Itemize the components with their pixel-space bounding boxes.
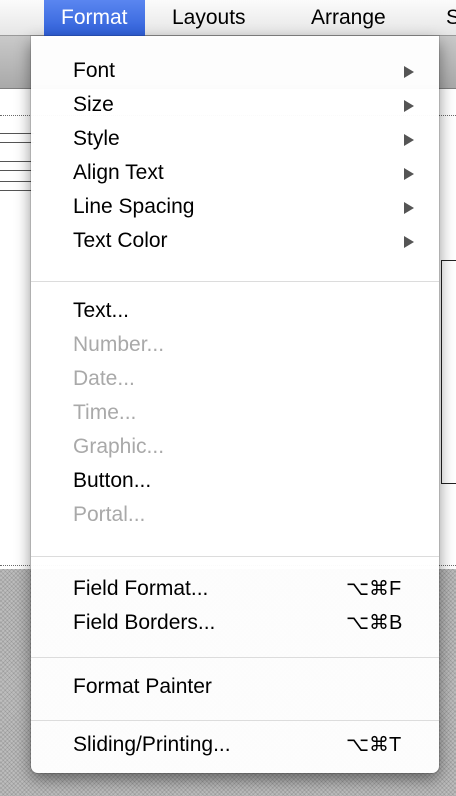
menu-item-label: Text... bbox=[73, 299, 130, 322]
menu-item-style[interactable]: Style bbox=[31, 122, 439, 156]
menu-item-format-painter[interactable]: Format Painter bbox=[31, 670, 439, 704]
menu-item-label: Field Format... bbox=[73, 577, 209, 600]
menu-item-size[interactable]: Size bbox=[31, 88, 439, 122]
menu-item-shortcut: ⌥⌘F bbox=[346, 578, 402, 600]
menu-item-label: Button... bbox=[73, 469, 152, 492]
menu-item-label: Graphic... bbox=[73, 435, 165, 458]
menu-item-label: Size bbox=[73, 93, 114, 116]
menu-item-graphic: Graphic... bbox=[31, 430, 439, 464]
menu-item-label: Text Color bbox=[73, 229, 168, 252]
menu-item-field-format[interactable]: Field Format... ⌥⌘F bbox=[31, 572, 439, 606]
menu-bar: : Format Layouts Arrange S bbox=[0, 0, 456, 36]
menu-item-label: Portal... bbox=[73, 503, 146, 526]
menu-item-label: Number... bbox=[73, 333, 165, 356]
format-menu: Font Size Style Align Text Line Spacing … bbox=[31, 36, 439, 773]
menu-item-label: Align Text bbox=[73, 161, 164, 184]
menu-item-label: Time... bbox=[73, 401, 137, 424]
menu-item-label: Font bbox=[73, 59, 116, 82]
menu-item-text[interactable]: Text... bbox=[31, 294, 439, 328]
submenu-arrow-icon bbox=[404, 168, 414, 180]
menu-item-align-text[interactable]: Align Text bbox=[31, 156, 439, 190]
menu-item-line-spacing[interactable]: Line Spacing bbox=[31, 190, 439, 224]
menu-item-time: Time... bbox=[31, 396, 439, 430]
menu-item-shortcut: ⌥⌘T bbox=[346, 734, 402, 756]
layout-field-box[interactable] bbox=[441, 260, 456, 484]
menu-item-label: Format Painter bbox=[73, 675, 212, 698]
menu-item-shortcut: ⌥⌘B bbox=[346, 612, 403, 634]
submenu-arrow-icon bbox=[404, 134, 414, 146]
submenu-arrow-icon bbox=[404, 100, 414, 112]
menubar-prev-item[interactable]: : bbox=[0, 0, 12, 36]
submenu-arrow-icon bbox=[404, 66, 414, 78]
menubar-format[interactable]: Format bbox=[44, 0, 145, 36]
menu-separator bbox=[31, 556, 439, 557]
menu-item-date: Date... bbox=[31, 362, 439, 396]
menu-item-sliding-printing[interactable]: Sliding/Printing... ⌥⌘T bbox=[31, 728, 439, 762]
menu-item-text-color[interactable]: Text Color bbox=[31, 224, 439, 258]
menubar-next-item[interactable]: S bbox=[446, 0, 456, 36]
screen: : Format Layouts Arrange S Font Size Sty… bbox=[0, 0, 456, 796]
menu-item-label: Line Spacing bbox=[73, 195, 195, 218]
field-fragment bbox=[0, 161, 34, 171]
menu-item-portal: Portal... bbox=[31, 498, 439, 532]
menu-item-label: Style bbox=[73, 127, 120, 150]
menu-item-field-borders[interactable]: Field Borders... ⌥⌘B bbox=[31, 606, 439, 640]
submenu-arrow-icon bbox=[404, 236, 414, 248]
field-fragment bbox=[0, 133, 34, 143]
menubar-layouts[interactable]: Layouts bbox=[172, 0, 246, 36]
menu-item-label: Field Borders... bbox=[73, 611, 216, 634]
submenu-arrow-icon bbox=[404, 202, 414, 214]
menu-item-label: Date... bbox=[73, 367, 135, 390]
field-fragment bbox=[0, 181, 34, 191]
menu-item-button[interactable]: Button... bbox=[31, 464, 439, 498]
menu-item-label: Sliding/Printing... bbox=[73, 733, 231, 756]
menubar-arrange[interactable]: Arrange bbox=[311, 0, 386, 36]
menu-separator bbox=[31, 657, 439, 658]
menu-separator bbox=[31, 720, 439, 721]
menu-item-number: Number... bbox=[31, 328, 439, 362]
menu-item-font[interactable]: Font bbox=[31, 54, 439, 88]
menu-separator bbox=[31, 281, 439, 282]
